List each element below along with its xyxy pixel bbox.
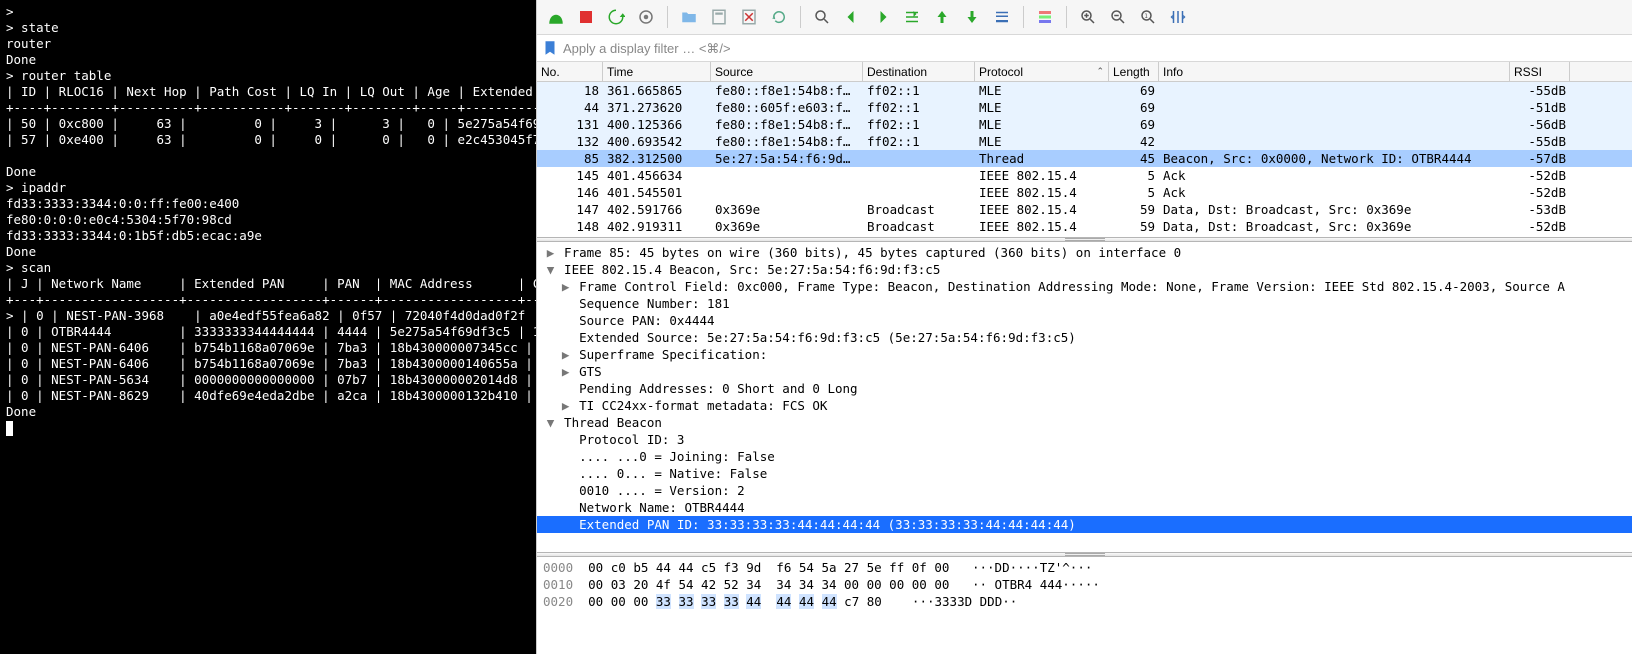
col-info[interactable]: Info: [1159, 62, 1510, 81]
tree-node[interactable]: Source PAN: 0x4444: [537, 312, 1632, 329]
packet-row[interactable]: 148402.9193110x369eBroadcastIEEE 802.15.…: [537, 218, 1632, 235]
open-file-button[interactable]: [676, 4, 702, 30]
col-no[interactable]: No.: [537, 62, 603, 81]
tree-node[interactable]: ▶ Superframe Specification:: [537, 346, 1632, 363]
sort-asc-icon: ⌃: [1096, 66, 1104, 77]
wireshark-pane: 1 No. Time Source Destination Protocol⌃ …: [536, 0, 1632, 654]
tree-node[interactable]: .... 0... = Native: False: [537, 465, 1632, 482]
tree-node[interactable]: ▼ Thread Beacon: [537, 414, 1632, 431]
col-time[interactable]: Time: [603, 62, 711, 81]
tree-node[interactable]: ▶ Frame Control Field: 0xc000, Frame Typ…: [537, 278, 1632, 295]
start-capture-button[interactable]: [543, 4, 569, 30]
hex-row[interactable]: 0000 00 c0 b5 44 44 c5 f3 9d f6 54 5a 27…: [543, 559, 1626, 576]
col-length[interactable]: Length: [1109, 62, 1159, 81]
tree-node[interactable]: ▶ TI CC24xx-format metadata: FCS OK: [537, 397, 1632, 414]
toolbar-separator: [1023, 6, 1024, 28]
stop-capture-button[interactable]: [573, 4, 599, 30]
packet-row[interactable]: 147402.5917660x369eBroadcastIEEE 802.15.…: [537, 201, 1632, 218]
toolbar-separator: [667, 6, 668, 28]
terminal-pane[interactable]: > > state router Done > router table | I…: [0, 0, 536, 654]
svg-text:1: 1: [1144, 13, 1148, 20]
capture-options-button[interactable]: [633, 4, 659, 30]
tree-node[interactable]: 0010 .... = Version: 2: [537, 482, 1632, 499]
tree-node[interactable]: .... ...0 = Joining: False: [537, 448, 1632, 465]
packet-row[interactable]: 145401.456634IEEE 802.15.45Ack-52dB: [537, 167, 1632, 184]
tree-node[interactable]: ▶ GTS: [537, 363, 1632, 380]
zoom-out-button[interactable]: [1105, 4, 1131, 30]
go-last-button[interactable]: [959, 4, 985, 30]
tree-node[interactable]: Pending Addresses: 0 Short and 0 Long: [537, 380, 1632, 397]
zoom-in-button[interactable]: [1075, 4, 1101, 30]
col-destination[interactable]: Destination: [863, 62, 975, 81]
go-back-button[interactable]: [839, 4, 865, 30]
hex-row[interactable]: 0020 00 00 00 33 33 33 33 44 44 44 44 c7…: [543, 593, 1626, 610]
tree-node[interactable]: Extended Source: 5e:27:5a:54:f6:9d:f3:c5…: [537, 329, 1632, 346]
packet-list[interactable]: No. Time Source Destination Protocol⌃ Le…: [537, 62, 1632, 237]
display-filter-input[interactable]: [563, 37, 1628, 59]
zoom-reset-button[interactable]: 1: [1135, 4, 1161, 30]
packet-details-tree[interactable]: ▶ Frame 85: 45 bytes on wire (360 bits),…: [537, 242, 1632, 552]
packet-row[interactable]: 131400.125366fe80::f8e1:54b8:f…ff02::1ML…: [537, 116, 1632, 133]
packet-bytes-hex[interactable]: 0000 00 c0 b5 44 44 c5 f3 9d f6 54 5a 27…: [537, 557, 1632, 654]
col-protocol[interactable]: Protocol⌃: [975, 62, 1109, 81]
packet-row[interactable]: 18361.665865fe80::f8e1:54b8:f…ff02::1MLE…: [537, 82, 1632, 99]
colorize-button[interactable]: [1032, 4, 1058, 30]
close-file-button[interactable]: [736, 4, 762, 30]
tree-node[interactable]: Extended PAN ID: 33:33:33:33:44:44:44:44…: [537, 516, 1632, 533]
col-source[interactable]: Source: [711, 62, 863, 81]
resize-columns-button[interactable]: [1165, 4, 1191, 30]
packet-row[interactable]: 132400.693542fe80::f8e1:54b8:f…ff02::1ML…: [537, 133, 1632, 150]
auto-scroll-button[interactable]: [989, 4, 1015, 30]
col-rssi[interactable]: RSSI: [1510, 62, 1570, 81]
restart-capture-button[interactable]: [603, 4, 629, 30]
toolbar-separator: [800, 6, 801, 28]
reload-button[interactable]: [766, 4, 792, 30]
toolbar-separator: [1066, 6, 1067, 28]
packet-row[interactable]: 44371.273620fe80::605f:e603:f…ff02::1MLE…: [537, 99, 1632, 116]
bookmark-icon[interactable]: [541, 39, 559, 57]
go-first-button[interactable]: [929, 4, 955, 30]
save-button[interactable]: [706, 4, 732, 30]
display-filter-bar: [537, 34, 1632, 62]
go-to-packet-button[interactable]: [899, 4, 925, 30]
packet-list-header: No. Time Source Destination Protocol⌃ Le…: [537, 62, 1632, 82]
go-forward-button[interactable]: [869, 4, 895, 30]
packet-row[interactable]: 146401.545501IEEE 802.15.45Ack-52dB: [537, 184, 1632, 201]
tree-node[interactable]: Network Name: OTBR4444: [537, 499, 1632, 516]
toolbar: 1: [537, 0, 1632, 34]
find-packet-button[interactable]: [809, 4, 835, 30]
tree-node[interactable]: Protocol ID: 3: [537, 431, 1632, 448]
tree-node[interactable]: Sequence Number: 181: [537, 295, 1632, 312]
tree-node[interactable]: ▶ Frame 85: 45 bytes on wire (360 bits),…: [537, 244, 1632, 261]
tree-node[interactable]: ▼ IEEE 802.15.4 Beacon, Src: 5e:27:5a:54…: [537, 261, 1632, 278]
packet-row[interactable]: 85382.3125005e:27:5a:54:f6:9d…Thread45Be…: [537, 150, 1632, 167]
hex-row[interactable]: 0010 00 03 20 4f 54 42 52 34 34 34 34 00…: [543, 576, 1626, 593]
